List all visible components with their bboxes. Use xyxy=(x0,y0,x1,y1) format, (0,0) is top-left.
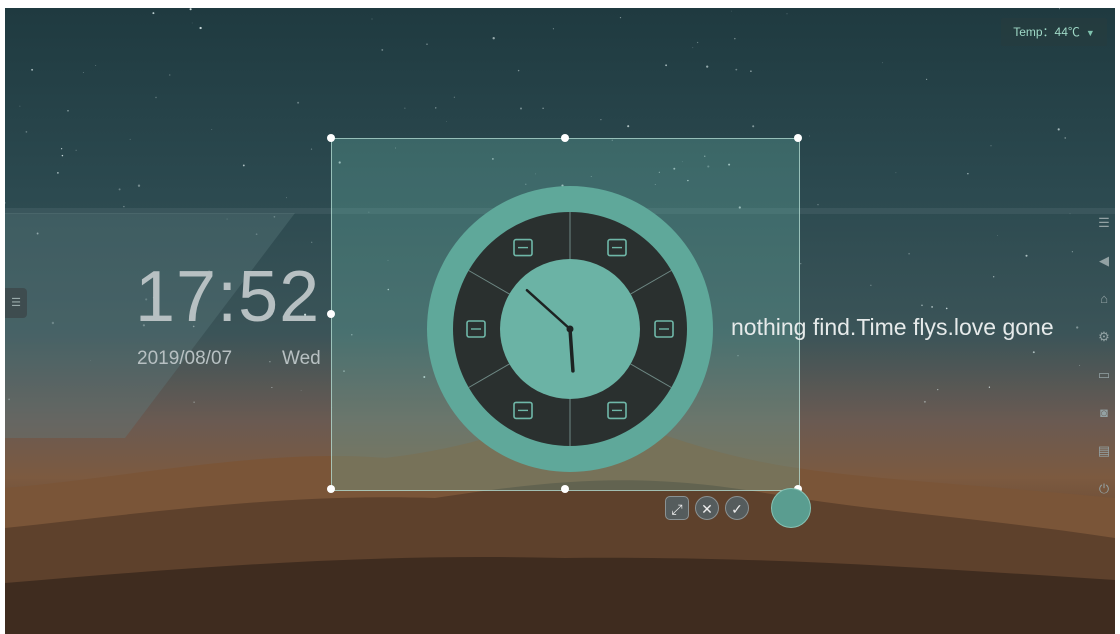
back-button[interactable]: ◀ xyxy=(1093,242,1115,280)
screenshot-icon: ◙ xyxy=(1100,405,1108,420)
keyboard-button[interactable]: ▤ xyxy=(1093,432,1115,470)
resize-handle-top-right[interactable] xyxy=(794,134,802,142)
folder-button[interactable]: ▭ xyxy=(1093,356,1115,394)
desktop-screen: Temp：44℃ ▼ 17:52 2019/08/07 Wed ☰ nothing… xyxy=(5,8,1115,634)
floating-action-button[interactable] xyxy=(771,488,811,528)
drop-icon: ▼ xyxy=(1085,28,1095,38)
clock-time: 17:52 xyxy=(135,257,321,337)
quote-text: nothing find.Time flys.love gone xyxy=(731,314,1054,340)
resize-handle-top[interactable] xyxy=(561,134,569,142)
power-icon: ⏻ xyxy=(1098,481,1110,496)
right-sidebar: ☰ ◀ ⌂ ⚙ ▭ ◙ ▤ ⏻ xyxy=(1093,204,1115,504)
clock-center-pin xyxy=(566,325,574,333)
home-button[interactable]: ⌂ xyxy=(1093,280,1115,318)
temperature-indicator: Temp：44℃ ▼ xyxy=(1001,18,1107,46)
sidebar-menu-button[interactable]: ☰ xyxy=(1093,204,1115,242)
temperature-label: Temp：44℃ xyxy=(1013,25,1080,39)
sidebar-menu-icon: ☰ xyxy=(1098,215,1110,230)
power-button[interactable]: ⏻ xyxy=(1093,470,1115,508)
settings-button[interactable]: ⚙ xyxy=(1093,318,1115,356)
close-button[interactable]: ✕ xyxy=(695,496,719,520)
close-icon: ✕ xyxy=(701,501,713,517)
resize-handle-bottom-left[interactable] xyxy=(327,485,335,493)
back-icon: ◀ xyxy=(1099,253,1109,268)
left-sidebar-toggle[interactable]: ☰ xyxy=(5,288,27,318)
clock-weekday: Wed xyxy=(282,348,321,369)
keyboard-icon: ▤ xyxy=(1097,443,1111,458)
confirm-button[interactable]: ✓ xyxy=(725,496,749,520)
screenshot-button[interactable]: ◙ xyxy=(1093,394,1115,432)
folder-icon: ▭ xyxy=(1097,367,1111,382)
resize-icon: ⤢ xyxy=(671,501,683,517)
home-icon: ⌂ xyxy=(1100,291,1108,306)
analog-clock-widget[interactable] xyxy=(425,184,715,474)
sidebar-menu-icon: ☰ xyxy=(11,297,21,309)
settings-icon: ⚙ xyxy=(1098,329,1110,344)
confirm-icon: ✓ xyxy=(731,501,743,517)
resize-handle-top-left[interactable] xyxy=(327,134,335,142)
resize-button[interactable]: ⤢ xyxy=(665,496,689,520)
resize-handle-left[interactable] xyxy=(327,310,335,318)
clock-date: 2019/08/07 xyxy=(137,348,233,369)
resize-handle-bottom[interactable] xyxy=(561,485,569,493)
